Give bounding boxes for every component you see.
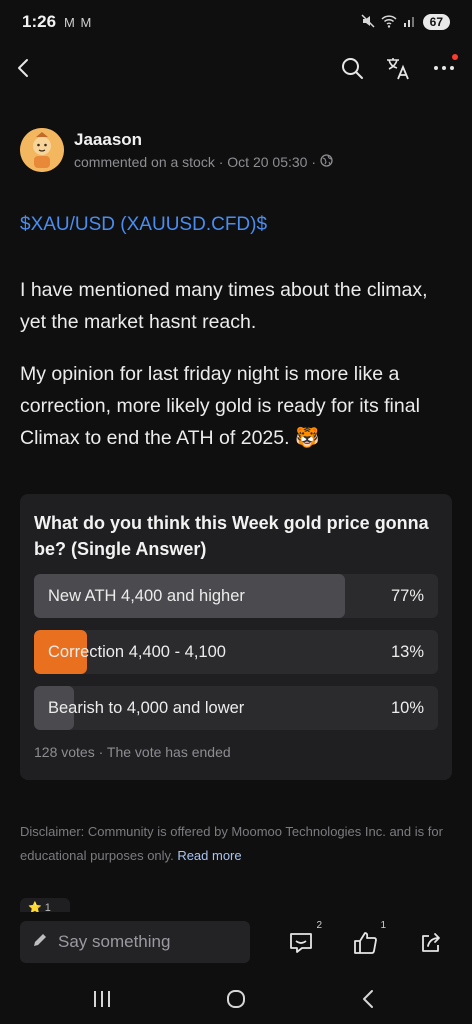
comment-input[interactable]: Say something	[20, 921, 250, 963]
wifi-icon	[381, 14, 397, 31]
poll-option: Bearish to 4,000 and lower 10%	[34, 686, 438, 730]
poll-question: What do you think this Week gold price g…	[34, 513, 429, 559]
poll-option-label: New ATH 4,400 and higher	[48, 586, 245, 605]
top-navigation	[0, 48, 472, 88]
avatar[interactable]	[20, 128, 64, 172]
translate-icon[interactable]	[382, 52, 414, 84]
signal-icon	[403, 14, 417, 31]
recent-apps-icon[interactable]	[87, 984, 117, 1014]
poll-option-label: Bearish to 4,000 and lower	[48, 698, 245, 717]
post-paragraph: I have mentioned many times about the cl…	[20, 279, 428, 333]
home-icon[interactable]	[221, 984, 251, 1014]
mail-notification-icon: M M	[64, 14, 93, 30]
poll-option: New ATH 4,400 and higher 77%	[34, 574, 438, 618]
system-navigation-bar	[0, 972, 472, 1024]
post-body: I have mentioned many times about the cl…	[20, 274, 452, 474]
read-more-link[interactable]: Read more	[177, 848, 241, 863]
poll-option-label: Correction 4,400 - 4,100	[48, 642, 226, 661]
poll-option: Correction 4,400 - 4,100 13%	[34, 630, 438, 674]
poll-option-percentage: 10%	[390, 698, 424, 717]
poll-option-percentage: 77%	[390, 586, 424, 605]
notification-dot	[452, 54, 458, 60]
disclaimer: Disclaimer: Community is offered by Moom…	[20, 820, 456, 868]
comment-input-placeholder: Say something	[58, 932, 171, 951]
system-back-icon[interactable]	[353, 984, 383, 1014]
poll-options: New ATH 4,400 and higher 77% Correction …	[34, 574, 438, 730]
mute-icon	[361, 13, 375, 31]
stock-ticker-link[interactable]: $XAU/USD (XAUUSD.CFD)$	[20, 214, 267, 236]
pencil-icon	[32, 932, 48, 953]
post-meta-text: commented on a stock · Oct 20 05:30 ·	[74, 154, 317, 170]
post-paragraph: My opinion for last friday night is more…	[20, 363, 420, 449]
post-meta: commented on a stock · Oct 20 05:30 ·	[74, 154, 333, 170]
comment-count: 2	[316, 920, 322, 931]
bottom-action-bar: Say something 2 1	[0, 912, 472, 972]
like-count: 1	[380, 920, 386, 931]
status-indicators: 67	[361, 13, 450, 31]
thumbs-up-icon[interactable]: 1	[348, 920, 386, 960]
status-bar: 1:26 M M 67	[0, 0, 472, 44]
poll-footer: 128 votes · The vote has ended	[34, 744, 231, 760]
battery-indicator: 67	[422, 14, 450, 30]
back-icon[interactable]	[8, 52, 40, 84]
status-time: 1:26	[22, 12, 57, 31]
post-author[interactable]: Jaaason commented on a stock · Oct 20 05…	[20, 128, 333, 172]
globe-icon	[320, 154, 333, 170]
poll-option-percentage: 13%	[390, 642, 424, 661]
search-icon[interactable]	[336, 52, 368, 84]
share-icon[interactable]	[414, 926, 448, 960]
comment-icon[interactable]: 2	[284, 920, 322, 960]
author-name[interactable]: Jaaason	[74, 130, 333, 150]
more-icon[interactable]	[428, 52, 460, 84]
poll-card: What do you think this Week gold price g…	[20, 494, 452, 780]
